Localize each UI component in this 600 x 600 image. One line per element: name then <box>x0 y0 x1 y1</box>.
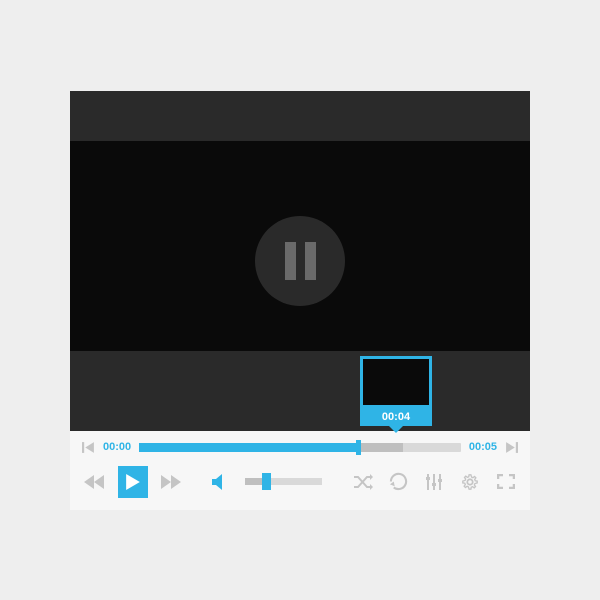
pause-icon <box>285 242 316 280</box>
shuffle-button[interactable] <box>350 469 375 495</box>
volume-icon <box>212 474 230 490</box>
equalizer-icon <box>425 474 443 490</box>
settings-icon <box>461 473 479 491</box>
equalizer-button[interactable] <box>422 469 447 495</box>
rewind-icon <box>84 475 104 489</box>
button-row <box>82 466 518 498</box>
current-time-label: 00:00 <box>103 441 131 453</box>
rewind-button[interactable] <box>82 469 107 495</box>
repeat-icon <box>389 472 408 491</box>
media-player: 00:04 00:00 00:05 <box>70 91 530 510</box>
fullscreen-button[interactable] <box>493 469 518 495</box>
volume-slider[interactable] <box>245 478 323 485</box>
previous-track-button[interactable] <box>82 441 95 454</box>
controls-panel: 00:00 00:05 <box>70 431 530 510</box>
play-button[interactable] <box>118 466 148 498</box>
progress-handle[interactable] <box>356 440 361 455</box>
total-time-label: 00:05 <box>469 441 497 453</box>
settings-button[interactable] <box>458 469 483 495</box>
center-pause-button[interactable] <box>255 216 345 306</box>
forward-icon <box>161 475 181 489</box>
repeat-button[interactable] <box>386 469 411 495</box>
preview-thumbnail <box>360 356 432 408</box>
next-track-button[interactable] <box>505 441 518 454</box>
forward-button[interactable] <box>159 469 184 495</box>
next-track-icon <box>505 441 518 454</box>
progress-row: 00:00 00:05 <box>82 441 518 454</box>
progress-fill <box>139 443 358 452</box>
preview-pointer-icon <box>389 426 403 433</box>
seek-preview: 00:04 <box>360 356 432 433</box>
preview-time-label: 00:04 <box>360 408 432 426</box>
fullscreen-icon <box>497 474 515 489</box>
previous-track-icon <box>82 441 95 454</box>
shuffle-icon <box>353 474 373 490</box>
volume-handle[interactable] <box>262 473 271 490</box>
play-icon <box>126 474 140 490</box>
progress-bar[interactable] <box>139 443 461 452</box>
video-viewport[interactable]: 00:04 <box>70 91 530 431</box>
volume-button[interactable] <box>209 469 234 495</box>
